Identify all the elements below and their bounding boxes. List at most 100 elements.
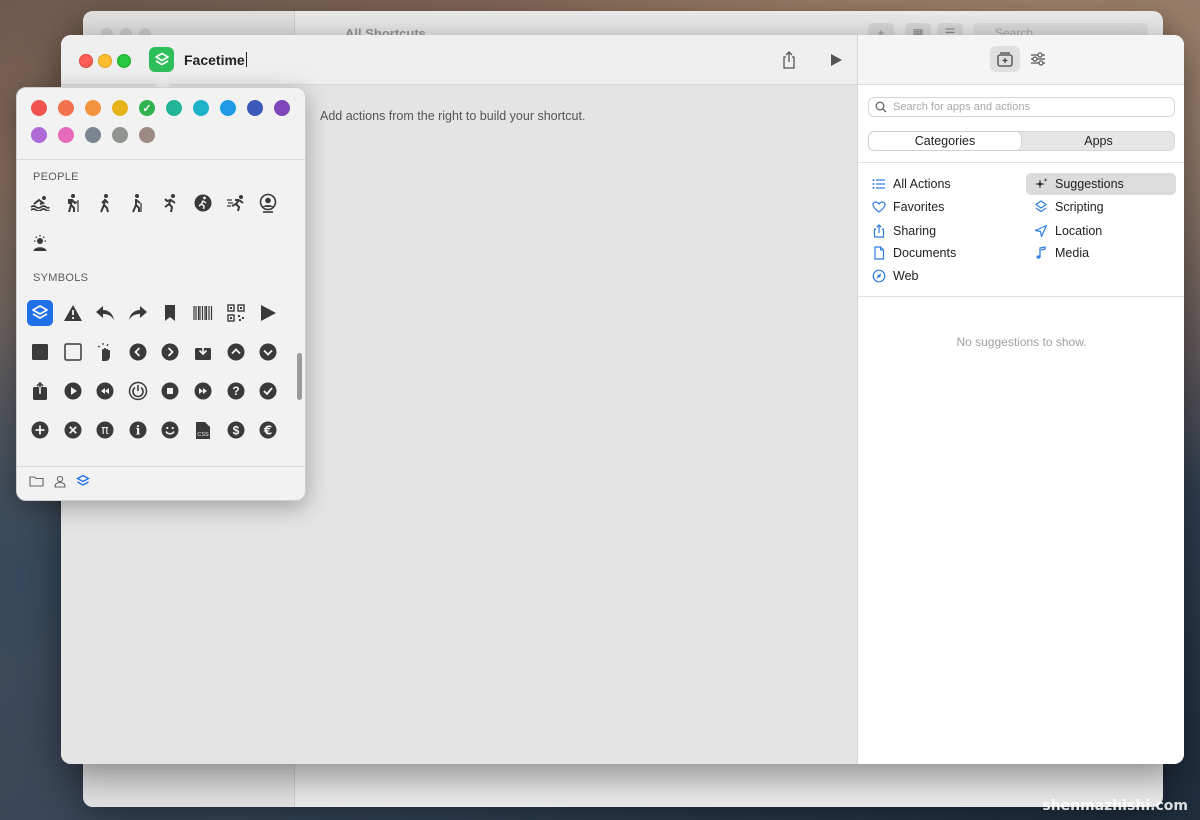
fast-forward-circle-icon[interactable] — [190, 378, 216, 404]
hiker-icon[interactable] — [60, 190, 86, 216]
cane-walker-icon[interactable] — [125, 190, 151, 216]
library-tab-details[interactable] — [1023, 46, 1053, 72]
barcode-icon[interactable] — [190, 300, 216, 326]
color-swatch[interactable] — [85, 127, 101, 143]
runner-icon[interactable] — [157, 190, 183, 216]
hand-tap-icon[interactable] — [92, 339, 118, 365]
svg-text:CSS: CSS — [197, 432, 209, 438]
upload-tray-icon[interactable] — [27, 378, 53, 404]
share-button[interactable] — [777, 48, 801, 72]
popover-scrollbar[interactable] — [297, 353, 302, 400]
pi-circle-icon[interactable]: π — [92, 417, 118, 443]
popover-divider — [17, 159, 305, 160]
person-sun-icon[interactable] — [27, 230, 53, 256]
color-swatch[interactable] — [85, 100, 101, 116]
color-swatch[interactable] — [112, 100, 128, 116]
editor-titlebar: Facetime — [61, 35, 857, 85]
search-icon — [875, 101, 887, 113]
category-suggestions[interactable]: Suggestions — [1026, 173, 1176, 195]
segment-categories[interactable]: Categories — [869, 132, 1021, 150]
question-circle-icon[interactable]: ? — [223, 378, 249, 404]
download-tray-icon[interactable] — [190, 339, 216, 365]
category-web[interactable]: Web — [872, 265, 1020, 287]
walker-icon[interactable] — [92, 190, 118, 216]
filled-square-icon[interactable] — [27, 339, 53, 365]
people-section-label: PEOPLE — [33, 171, 79, 183]
color-swatch[interactable] — [193, 100, 209, 116]
shortcuts-icon — [76, 474, 90, 486]
play-triangle-icon[interactable] — [255, 300, 281, 326]
watermark: shenmazhishi.com — [1042, 798, 1188, 814]
category-location[interactable]: Location — [1034, 220, 1176, 242]
swimmer-icon[interactable] — [27, 190, 53, 216]
play-circle-icon[interactable] — [60, 378, 86, 404]
person-circle-icon[interactable] — [255, 190, 281, 216]
empty-square-icon[interactable] — [60, 339, 86, 365]
power-circle-icon[interactable] — [125, 378, 151, 404]
footer-tab-folders[interactable] — [28, 473, 44, 489]
zoom-button[interactable] — [117, 54, 131, 68]
library-toolbar — [858, 35, 1184, 85]
checkmark-circle-icon[interactable] — [255, 378, 281, 404]
category-label: All Actions — [893, 177, 951, 191]
chevron-down-circle-icon[interactable] — [255, 339, 281, 365]
euro-circle-icon[interactable]: € — [255, 417, 281, 443]
color-swatch[interactable] — [112, 127, 128, 143]
bookmark-icon[interactable] — [157, 300, 183, 326]
shortcuts-icon[interactable] — [27, 300, 53, 326]
add-action-icon — [997, 52, 1013, 67]
footer-tab-people[interactable] — [52, 473, 68, 489]
smiley-icon[interactable] — [157, 417, 183, 443]
chevron-right-circle-icon[interactable] — [157, 339, 183, 365]
color-swatch[interactable] — [31, 100, 47, 116]
category-label: Suggestions — [1055, 177, 1124, 191]
sprinter-icon[interactable] — [223, 190, 249, 216]
chevron-up-circle-icon[interactable] — [223, 339, 249, 365]
category-all-actions[interactable]: All Actions — [872, 173, 1020, 195]
runner-circle-icon[interactable] — [190, 190, 216, 216]
color-swatch[interactable] — [58, 100, 74, 116]
color-swatch[interactable] — [31, 127, 47, 143]
color-swatch[interactable] — [220, 100, 236, 116]
category-documents[interactable]: Documents — [872, 242, 1020, 264]
segment-apps[interactable]: Apps — [1023, 132, 1174, 150]
color-swatch[interactable] — [274, 100, 290, 116]
share-icon — [783, 51, 795, 69]
category-sharing[interactable]: Sharing — [872, 220, 1020, 242]
minimize-button[interactable] — [98, 54, 112, 68]
category-media[interactable]: Media — [1034, 242, 1176, 264]
library-tab-actions[interactable] — [990, 46, 1020, 72]
css-document-icon[interactable]: CSS — [190, 417, 216, 443]
folder-icon — [28, 476, 44, 487]
pane-divider — [858, 296, 1184, 297]
forward-arrow-icon[interactable] — [125, 300, 151, 326]
actions-search-input[interactable]: Search for apps and actions — [868, 97, 1175, 117]
svg-text:€: € — [263, 424, 272, 438]
color-swatch[interactable] — [58, 127, 74, 143]
footer-tab-symbols[interactable] — [75, 473, 91, 489]
color-swatch[interactable] — [247, 100, 263, 116]
document-icon — [874, 246, 885, 260]
stop-circle-icon[interactable] — [157, 378, 183, 404]
category-favorites[interactable]: Favorites — [872, 196, 1020, 218]
color-swatch[interactable] — [139, 127, 155, 143]
share-icon — [873, 224, 885, 238]
shortcut-icon-button[interactable] — [149, 47, 174, 72]
dollar-circle-icon[interactable]: $ — [223, 417, 249, 443]
plus-circle-icon[interactable] — [27, 417, 53, 443]
color-swatch[interactable] — [166, 100, 182, 116]
rewind-circle-icon[interactable] — [92, 378, 118, 404]
info-circle-icon[interactable]: i — [125, 417, 151, 443]
close-button[interactable] — [79, 54, 93, 68]
reply-arrow-icon[interactable] — [92, 300, 118, 326]
run-button[interactable] — [824, 48, 848, 72]
qrcode-icon[interactable] — [223, 300, 249, 326]
color-swatch[interactable]: ✓ — [139, 100, 155, 116]
popover-divider — [17, 466, 305, 467]
music-note-icon — [1036, 246, 1046, 259]
warning-icon[interactable] — [60, 300, 86, 326]
shortcut-name-field[interactable]: Facetime — [184, 52, 247, 68]
category-scripting[interactable]: Scripting — [1034, 196, 1176, 218]
chevron-left-circle-icon[interactable] — [125, 339, 151, 365]
x-circle-icon[interactable] — [60, 417, 86, 443]
